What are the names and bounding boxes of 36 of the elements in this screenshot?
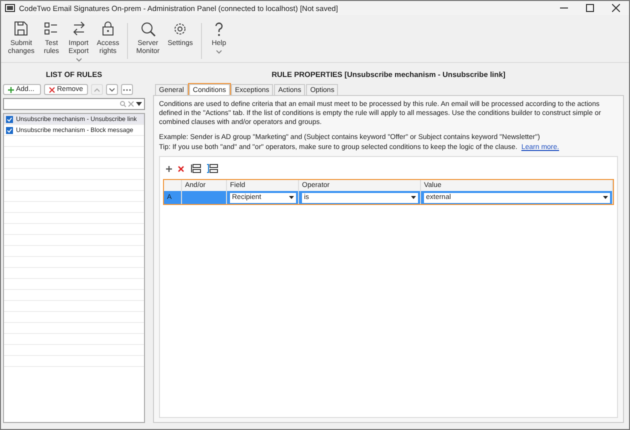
move-down-button[interactable] <box>106 84 118 95</box>
magnifier-icon <box>140 21 156 37</box>
checkbox[interactable] <box>6 126 13 134</box>
delete-condition-button[interactable] <box>177 164 185 172</box>
app-icon <box>5 4 15 12</box>
cross-icon <box>178 166 184 172</box>
caret-icon <box>411 196 416 199</box>
gear-icon <box>172 21 188 37</box>
group-button[interactable] <box>206 163 219 174</box>
caret-icon <box>136 102 142 106</box>
checkmark-icon <box>7 116 12 122</box>
arrows-icon <box>70 21 87 37</box>
caret-icon <box>603 196 608 199</box>
chevron-up-icon <box>94 88 100 92</box>
search-icon <box>120 101 126 107</box>
ungroup-button[interactable] <box>189 163 202 174</box>
caret-icon <box>289 196 294 199</box>
group-rows-icon <box>190 164 201 173</box>
checklist-icon <box>43 21 60 37</box>
maximize-icon <box>586 4 594 12</box>
save-icon <box>13 21 30 37</box>
checkmark-icon <box>7 128 12 132</box>
search-field[interactable] <box>3 98 145 110</box>
checkbox[interactable] <box>6 116 13 122</box>
group-rows-icon <box>207 164 218 173</box>
chevron-down-icon <box>109 88 116 92</box>
more-button[interactable] <box>121 84 134 95</box>
cross-icon <box>49 86 55 92</box>
caret-icon <box>216 50 222 54</box>
plus-icon <box>166 166 172 172</box>
caret-icon <box>76 58 82 62</box>
lock-icon <box>100 21 116 37</box>
clear-icon <box>128 101 134 107</box>
close-icon <box>612 4 620 12</box>
add-condition-button[interactable] <box>165 164 173 172</box>
plus-icon <box>8 86 14 92</box>
